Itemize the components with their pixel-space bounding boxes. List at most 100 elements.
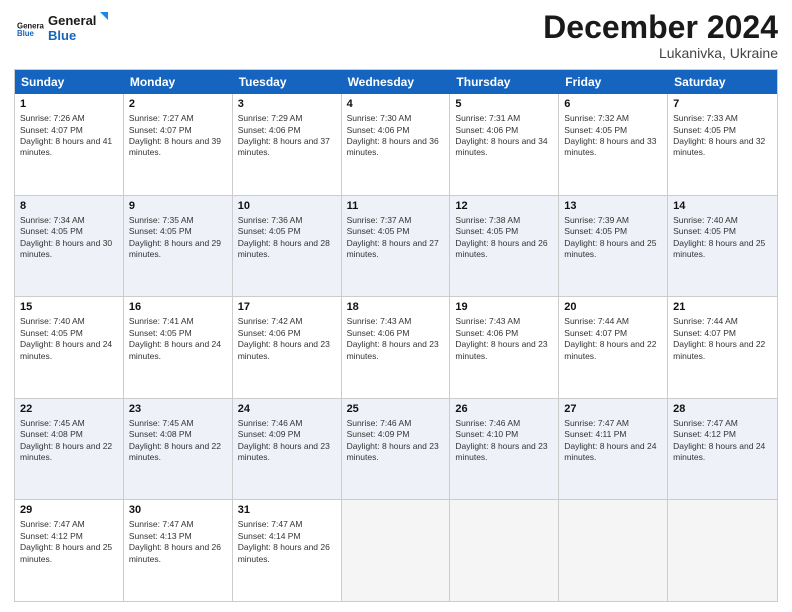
daylight-line: Daylight: 8 hours and 22 minutes.: [20, 441, 118, 464]
sunset-line: Sunset: 4:08 PM: [129, 429, 227, 440]
empty-cell: [450, 500, 559, 601]
daylight-line: Daylight: 8 hours and 23 minutes.: [238, 339, 336, 362]
sunrise-line: Sunrise: 7:33 AM: [673, 113, 772, 124]
sunset-line: Sunset: 4:07 PM: [564, 328, 662, 339]
sunset-line: Sunset: 4:05 PM: [20, 226, 118, 237]
sunset-line: Sunset: 4:05 PM: [129, 328, 227, 339]
month-title: December 2024: [543, 10, 778, 45]
day-number: 18: [347, 300, 445, 315]
sunset-line: Sunset: 4:05 PM: [455, 226, 553, 237]
svg-text:Blue: Blue: [17, 29, 35, 38]
day-number: 4: [347, 97, 445, 112]
sunset-line: Sunset: 4:10 PM: [455, 429, 553, 440]
day-number: 15: [20, 300, 118, 315]
sunrise-line: Sunrise: 7:47 AM: [129, 519, 227, 530]
sunrise-line: Sunrise: 7:27 AM: [129, 113, 227, 124]
day-cell-31: 31Sunrise: 7:47 AMSunset: 4:14 PMDayligh…: [233, 500, 342, 601]
day-number: 7: [673, 97, 772, 112]
daylight-line: Daylight: 8 hours and 25 minutes.: [20, 542, 118, 565]
logo-icon: General Blue: [14, 20, 44, 38]
sunset-line: Sunset: 4:05 PM: [129, 226, 227, 237]
sunset-line: Sunset: 4:11 PM: [564, 429, 662, 440]
daylight-line: Daylight: 8 hours and 24 minutes.: [20, 339, 118, 362]
sunset-line: Sunset: 4:09 PM: [347, 429, 445, 440]
daylight-line: Daylight: 8 hours and 36 minutes.: [347, 136, 445, 159]
sunrise-line: Sunrise: 7:47 AM: [564, 418, 662, 429]
day-number: 11: [347, 199, 445, 214]
sunrise-line: Sunrise: 7:31 AM: [455, 113, 553, 124]
sunrise-line: Sunrise: 7:34 AM: [20, 215, 118, 226]
sunrise-line: Sunrise: 7:43 AM: [347, 316, 445, 327]
sunrise-line: Sunrise: 7:35 AM: [129, 215, 227, 226]
day-cell-23: 23Sunrise: 7:45 AMSunset: 4:08 PMDayligh…: [124, 399, 233, 500]
header-friday: Friday: [559, 70, 668, 94]
sunrise-line: Sunrise: 7:46 AM: [455, 418, 553, 429]
day-cell-21: 21Sunrise: 7:44 AMSunset: 4:07 PMDayligh…: [668, 297, 777, 398]
day-cell-20: 20Sunrise: 7:44 AMSunset: 4:07 PMDayligh…: [559, 297, 668, 398]
day-cell-27: 27Sunrise: 7:47 AMSunset: 4:11 PMDayligh…: [559, 399, 668, 500]
day-number: 6: [564, 97, 662, 112]
sunrise-line: Sunrise: 7:47 AM: [673, 418, 772, 429]
sunrise-line: Sunrise: 7:47 AM: [20, 519, 118, 530]
page: General Blue General Blue December 2024 …: [0, 0, 792, 612]
header: General Blue General Blue December 2024 …: [14, 10, 778, 61]
week-row-2: 8Sunrise: 7:34 AMSunset: 4:05 PMDaylight…: [15, 196, 777, 298]
daylight-line: Daylight: 8 hours and 26 minutes.: [455, 238, 553, 261]
sunset-line: Sunset: 4:05 PM: [673, 226, 772, 237]
day-cell-26: 26Sunrise: 7:46 AMSunset: 4:10 PMDayligh…: [450, 399, 559, 500]
sunset-line: Sunset: 4:05 PM: [673, 125, 772, 136]
day-cell-2: 2Sunrise: 7:27 AMSunset: 4:07 PMDaylight…: [124, 94, 233, 195]
daylight-line: Daylight: 8 hours and 26 minutes.: [129, 542, 227, 565]
sunset-line: Sunset: 4:07 PM: [20, 125, 118, 136]
day-number: 13: [564, 199, 662, 214]
sunset-line: Sunset: 4:06 PM: [347, 328, 445, 339]
day-number: 28: [673, 402, 772, 417]
daylight-line: Daylight: 8 hours and 23 minutes.: [455, 441, 553, 464]
title-block: December 2024 Lukanivka, Ukraine: [543, 10, 778, 61]
sunrise-line: Sunrise: 7:42 AM: [238, 316, 336, 327]
day-cell-8: 8Sunrise: 7:34 AMSunset: 4:05 PMDaylight…: [15, 196, 124, 297]
sunrise-line: Sunrise: 7:46 AM: [238, 418, 336, 429]
daylight-line: Daylight: 8 hours and 23 minutes.: [347, 441, 445, 464]
sunrise-line: Sunrise: 7:45 AM: [20, 418, 118, 429]
day-number: 12: [455, 199, 553, 214]
sunset-line: Sunset: 4:06 PM: [455, 125, 553, 136]
daylight-line: Daylight: 8 hours and 32 minutes.: [673, 136, 772, 159]
daylight-line: Daylight: 8 hours and 24 minutes.: [673, 441, 772, 464]
week-row-4: 22Sunrise: 7:45 AMSunset: 4:08 PMDayligh…: [15, 399, 777, 501]
day-number: 31: [238, 503, 336, 518]
sunset-line: Sunset: 4:05 PM: [20, 328, 118, 339]
day-number: 20: [564, 300, 662, 315]
sunset-line: Sunset: 4:06 PM: [238, 328, 336, 339]
day-cell-6: 6Sunrise: 7:32 AMSunset: 4:05 PMDaylight…: [559, 94, 668, 195]
day-number: 23: [129, 402, 227, 417]
day-cell-5: 5Sunrise: 7:31 AMSunset: 4:06 PMDaylight…: [450, 94, 559, 195]
day-number: 8: [20, 199, 118, 214]
sunset-line: Sunset: 4:06 PM: [455, 328, 553, 339]
header-thursday: Thursday: [450, 70, 559, 94]
daylight-line: Daylight: 8 hours and 23 minutes.: [347, 339, 445, 362]
day-number: 30: [129, 503, 227, 518]
day-number: 16: [129, 300, 227, 315]
empty-cell: [342, 500, 451, 601]
sunrise-line: Sunrise: 7:29 AM: [238, 113, 336, 124]
day-cell-25: 25Sunrise: 7:46 AMSunset: 4:09 PMDayligh…: [342, 399, 451, 500]
day-number: 22: [20, 402, 118, 417]
sunset-line: Sunset: 4:12 PM: [20, 531, 118, 542]
daylight-line: Daylight: 8 hours and 26 minutes.: [238, 542, 336, 565]
sunrise-line: Sunrise: 7:30 AM: [347, 113, 445, 124]
daylight-line: Daylight: 8 hours and 22 minutes.: [129, 441, 227, 464]
week-row-5: 29Sunrise: 7:47 AMSunset: 4:12 PMDayligh…: [15, 500, 777, 601]
daylight-line: Daylight: 8 hours and 24 minutes.: [564, 441, 662, 464]
location: Lukanivka, Ukraine: [543, 45, 778, 61]
day-number: 14: [673, 199, 772, 214]
logo: General Blue General Blue: [14, 10, 108, 46]
sunrise-line: Sunrise: 7:43 AM: [455, 316, 553, 327]
day-cell-4: 4Sunrise: 7:30 AMSunset: 4:06 PMDaylight…: [342, 94, 451, 195]
day-number: 5: [455, 97, 553, 112]
day-cell-22: 22Sunrise: 7:45 AMSunset: 4:08 PMDayligh…: [15, 399, 124, 500]
day-number: 21: [673, 300, 772, 315]
sunrise-line: Sunrise: 7:26 AM: [20, 113, 118, 124]
sunrise-line: Sunrise: 7:39 AM: [564, 215, 662, 226]
day-number: 25: [347, 402, 445, 417]
